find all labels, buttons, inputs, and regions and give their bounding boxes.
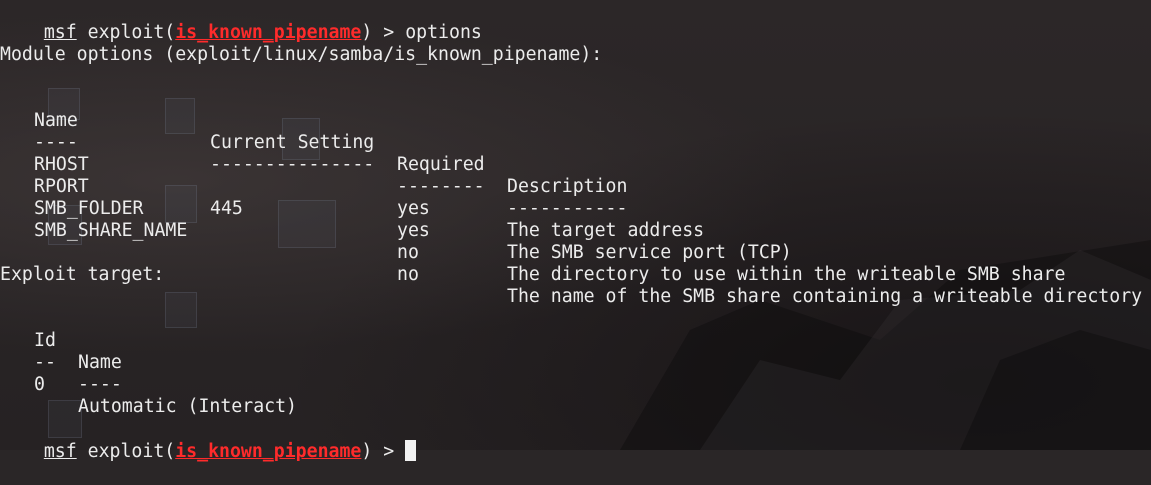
command-prompt-line: msf exploit(is_known_pipename) > options	[0, 0, 482, 43]
msf-label: msf	[43, 441, 77, 462]
exploit-prefix: exploit(	[76, 441, 176, 462]
active-prompt-line[interactable]: msf exploit(is_known_pipename) >	[0, 418, 417, 462]
target-header-row: Id Name	[0, 308, 600, 373]
options-separator-row: ---- --------------- -------- ----------…	[0, 110, 1151, 219]
option-description: The name of the SMB share containing a w…	[507, 286, 1143, 307]
option-description: The target address	[507, 220, 705, 241]
option-required: yes	[397, 220, 430, 241]
option-description: The SMB service port (TCP)	[507, 242, 792, 263]
table-row: 0 Automatic (Interact)	[0, 352, 600, 417]
msf-label: msf	[43, 22, 77, 43]
prompt-suffix: ) >	[361, 22, 406, 43]
option-required: no	[397, 242, 419, 263]
table-row: SMB_SHARE_NAME no The name of the SMB sh…	[0, 198, 1151, 307]
option-required: no	[397, 264, 419, 285]
option-name: SMB_SHARE_NAME	[34, 220, 188, 241]
table-row: RPORT 445 yes The SMB service port (TCP)	[0, 154, 1151, 263]
exploit-prefix: exploit(	[76, 22, 176, 43]
option-description: The directory to use within the writeabl…	[507, 264, 1066, 285]
text-cursor[interactable]	[405, 440, 417, 461]
module-name: is_known_pipename	[175, 441, 362, 462]
exploit-target-heading: Exploit target:	[0, 264, 165, 285]
target-name: Automatic (Interact)	[78, 396, 297, 417]
command-text: options	[405, 22, 482, 43]
separator: ----	[78, 374, 122, 395]
prompt-suffix: ) >	[361, 441, 406, 462]
module-options-heading: Module options (exploit/linux/samba/is_k…	[0, 44, 603, 65]
target-id: 0	[34, 374, 45, 395]
target-separator-row: -- ----	[0, 330, 600, 395]
module-name: is_known_pipename	[175, 22, 362, 43]
table-row: RHOST yes The target address	[0, 132, 1151, 241]
table-row: SMB_FOLDER no The directory to use withi…	[0, 176, 1151, 285]
options-header-row: Name Current Setting Required Descriptio…	[0, 88, 1151, 197]
